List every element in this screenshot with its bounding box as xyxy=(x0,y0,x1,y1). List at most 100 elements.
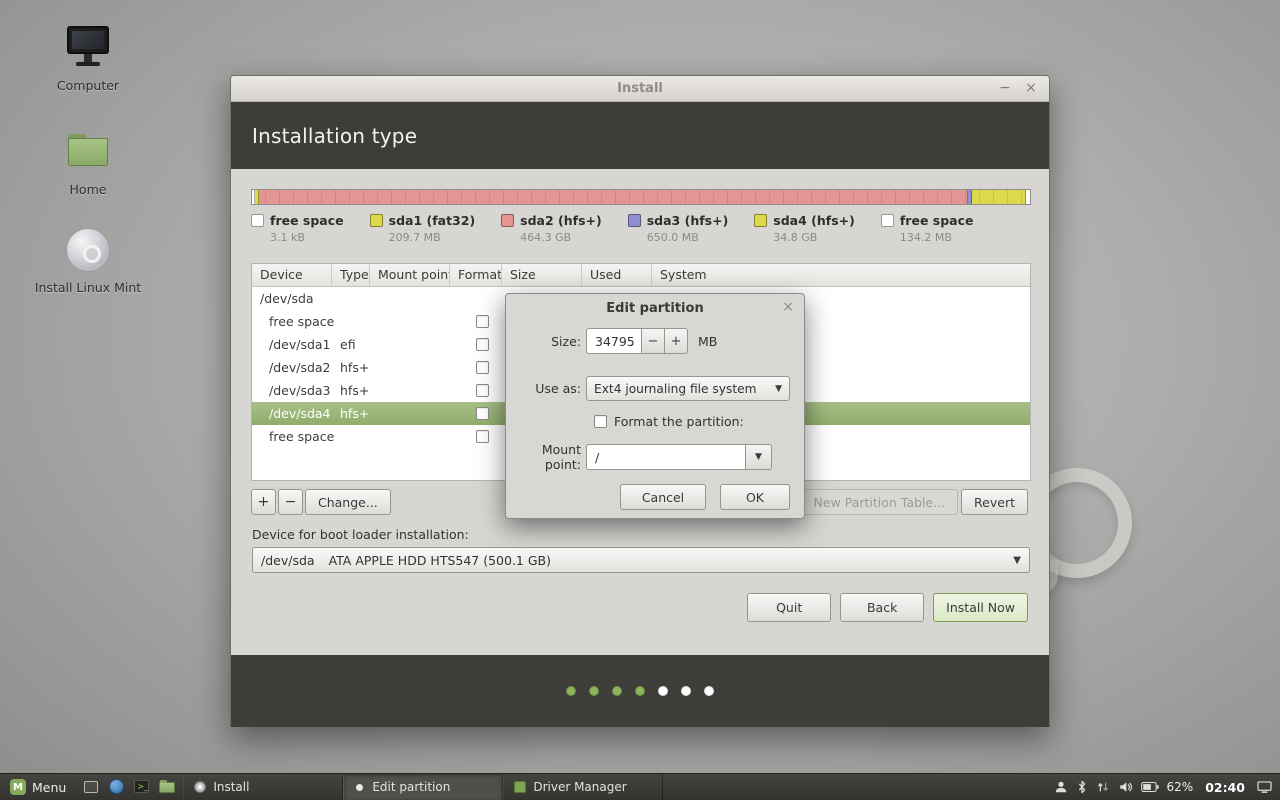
minimize-button[interactable]: − xyxy=(993,76,1017,101)
desktop-icon-label: Home xyxy=(33,182,143,197)
window-titlebar[interactable]: Install − × xyxy=(231,76,1049,102)
column-header-size[interactable]: Size xyxy=(502,264,582,286)
partition-toolbar: + − Change... xyxy=(251,489,391,515)
desktop-icon-label: Computer xyxy=(33,78,143,93)
column-header-mount-point[interactable]: Mount point xyxy=(370,264,450,286)
size-increment-button[interactable]: + xyxy=(665,328,688,354)
partition-bar xyxy=(251,189,1031,205)
progress-footer xyxy=(231,655,1049,727)
battery-percentage: 62% xyxy=(1167,780,1194,794)
legend-item: sda1 (fat32) 209.7 MB xyxy=(370,213,476,244)
volume-icon[interactable] xyxy=(1118,780,1133,794)
partition-color-swatch xyxy=(251,214,264,227)
desktop-icon-computer[interactable]: Computer xyxy=(33,24,143,93)
partition-color-swatch xyxy=(881,214,894,227)
desktop-icon-home[interactable]: Home xyxy=(33,128,143,197)
menu-button[interactable]: M Menu xyxy=(0,774,76,800)
use-as-select[interactable]: Ext4 journaling file system ▼ xyxy=(586,376,790,401)
boot-device-model: ATA APPLE HDD HTS547 (500.1 GB) xyxy=(329,553,551,568)
computer-icon xyxy=(64,24,112,72)
new-partition-table-button[interactable]: New Partition Table... xyxy=(800,489,958,515)
display-icon[interactable] xyxy=(1257,781,1272,794)
task-label: Driver Manager xyxy=(533,780,626,794)
boot-loader-device-select[interactable]: /dev/sda ATA APPLE HDD HTS547 (500.1 GB)… xyxy=(252,547,1030,573)
format-checkbox[interactable] xyxy=(476,315,489,328)
cell-type: hfs+ xyxy=(332,360,370,375)
format-checkbox[interactable] xyxy=(476,361,489,374)
legend-item: free space 134.2 MB xyxy=(881,213,974,244)
column-header-used[interactable]: Used xyxy=(582,264,652,286)
partition-bar-segment-sda2 xyxy=(259,190,968,204)
user-icon[interactable] xyxy=(1054,780,1068,794)
column-header-format[interactable]: Format? xyxy=(450,264,502,286)
format-checkbox[interactable] xyxy=(476,430,489,443)
size-decrement-button[interactable]: − xyxy=(642,328,665,354)
table-header: Device Type Mount point Format? Size Use… xyxy=(252,264,1030,287)
task-edit-partition[interactable]: Edit partition xyxy=(343,774,503,800)
home-folder-icon xyxy=(64,128,112,176)
column-header-type[interactable]: Type xyxy=(332,264,370,286)
task-driver-manager[interactable]: Driver Manager xyxy=(503,774,663,800)
task-install[interactable]: Install xyxy=(183,774,343,800)
task-label: Edit partition xyxy=(372,780,450,794)
partition-legend: free space 3.1 kB sda1 (fat32) 209.7 MB … xyxy=(251,213,999,244)
legend-label: sda2 (hfs+) xyxy=(520,213,602,228)
mount-point-dropdown-button[interactable]: ▼ xyxy=(746,444,772,470)
format-checkbox[interactable] xyxy=(476,338,489,351)
dialog-task-icon xyxy=(356,784,363,791)
revert-button[interactable]: Revert xyxy=(961,489,1028,515)
cell-type: hfs+ xyxy=(332,406,370,421)
file-manager-icon[interactable] xyxy=(159,779,175,795)
terminal-icon[interactable]: >_ xyxy=(134,779,150,795)
mint-logo-icon: M xyxy=(10,779,26,795)
size-label: Size: xyxy=(506,334,586,349)
use-as-label: Use as: xyxy=(506,381,586,396)
cell-format xyxy=(450,384,502,397)
desktop-icon-install-linux-mint[interactable]: Install Linux Mint xyxy=(33,226,143,295)
format-partition-checkbox[interactable] xyxy=(594,415,607,428)
column-header-system[interactable]: System xyxy=(652,264,1030,286)
progress-dot-todo xyxy=(681,686,691,696)
size-input[interactable] xyxy=(586,328,642,354)
web-browser-icon[interactable] xyxy=(109,779,125,795)
dialog-close-icon[interactable]: × xyxy=(782,299,794,315)
legend-item: sda3 (hfs+) 650.0 MB xyxy=(628,213,729,244)
back-button[interactable]: Back xyxy=(840,593,924,622)
legend-label: sda1 (fat32) xyxy=(389,213,476,228)
quit-button[interactable]: Quit xyxy=(747,593,831,622)
size-row: Size: − + MB xyxy=(506,328,717,354)
cell-device: free space xyxy=(252,314,332,329)
network-icon[interactable] xyxy=(1096,780,1110,794)
remove-partition-button[interactable]: − xyxy=(278,489,303,515)
cell-device: /dev/sda xyxy=(252,291,332,306)
legend-item: sda2 (hfs+) 464.3 GB xyxy=(501,213,602,244)
format-checkbox[interactable] xyxy=(476,407,489,420)
close-button[interactable]: × xyxy=(1019,76,1043,101)
add-partition-button[interactable]: + xyxy=(251,489,276,515)
mount-point-row: Mount point: ▼ xyxy=(506,442,772,472)
change-partition-button[interactable]: Change... xyxy=(305,489,391,515)
clock[interactable]: 02:40 xyxy=(1201,780,1249,795)
column-header-device[interactable]: Device xyxy=(252,264,332,286)
legend-item: free space 3.1 kB xyxy=(251,213,344,244)
format-row: Format the partition: xyxy=(594,414,744,429)
cell-type: efi xyxy=(332,337,370,352)
cell-format xyxy=(450,315,502,328)
cancel-button[interactable]: Cancel xyxy=(620,484,706,510)
bluetooth-icon[interactable] xyxy=(1076,780,1088,794)
battery-icon[interactable] xyxy=(1141,781,1159,793)
legend-label: sda4 (hfs+) xyxy=(773,213,855,228)
driver-manager-task-icon xyxy=(514,781,526,793)
format-checkbox[interactable] xyxy=(476,384,489,397)
show-desktop-icon[interactable] xyxy=(84,779,100,795)
mount-point-input[interactable] xyxy=(586,444,746,470)
cd-disc-icon xyxy=(64,226,112,274)
boot-device: /dev/sda xyxy=(261,553,315,568)
chevron-down-icon: ▼ xyxy=(755,452,762,462)
system-tray: 62% 02:40 xyxy=(1054,774,1280,800)
ok-button[interactable]: OK xyxy=(720,484,790,510)
legend-size: 134.2 MB xyxy=(900,231,974,244)
legend-size: 34.8 GB xyxy=(773,231,855,244)
install-now-button[interactable]: Install Now xyxy=(933,593,1028,622)
cell-device: /dev/sda4 xyxy=(252,406,332,421)
